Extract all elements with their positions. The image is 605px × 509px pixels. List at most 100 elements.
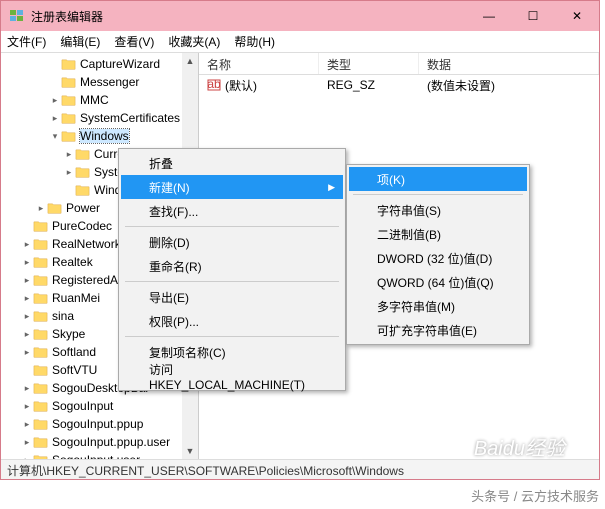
expander-icon[interactable]: ▸ — [21, 436, 33, 448]
context-submenu-new: 项(K) 字符串值(S) 二进制值(B) DWORD (32 位)值(D) QWORD … — [346, 164, 530, 345]
menu-item[interactable]: 重命名(R) — [121, 254, 343, 278]
col-name[interactable]: 名称 — [199, 53, 319, 74]
folder-icon — [33, 364, 48, 376]
expander-icon[interactable]: ▸ — [21, 310, 33, 322]
tree-label: Windows — [80, 129, 129, 143]
expander-icon[interactable] — [63, 184, 75, 196]
tree-label: SoftVTU — [52, 363, 97, 377]
list-row[interactable]: ab(默认)REG_SZ(数值未设置) — [199, 75, 599, 95]
folder-icon — [33, 436, 48, 448]
menu-edit[interactable]: 编辑(E) — [60, 33, 100, 50]
expander-icon[interactable] — [49, 76, 61, 88]
menu-item[interactable]: 多字符串值(M) — [349, 294, 527, 318]
expander-icon[interactable]: ▸ — [21, 346, 33, 358]
folder-icon — [33, 400, 48, 412]
folder-icon — [61, 112, 76, 124]
expander-icon[interactable]: ▸ — [21, 256, 33, 268]
expander-icon[interactable]: ▸ — [63, 166, 75, 178]
menu-item[interactable]: 查找(F)... — [121, 199, 343, 223]
tree-node[interactable]: CaptureWizard — [1, 55, 198, 73]
expander-icon[interactable]: ▸ — [49, 94, 61, 106]
menu-help[interactable]: 帮助(H) — [234, 33, 275, 50]
menu-separator — [125, 336, 339, 337]
tree-label: SogouInput.ppup.user — [52, 435, 170, 449]
folder-icon — [33, 454, 48, 459]
menu-item-label: 折叠 — [149, 155, 173, 172]
expander-icon[interactable]: ▸ — [49, 112, 61, 124]
folder-icon — [61, 58, 76, 70]
menu-item[interactable]: DWORD (32 位)值(D) — [349, 246, 527, 270]
value-type: REG_SZ — [319, 78, 419, 92]
expander-icon[interactable]: ▸ — [21, 400, 33, 412]
tree-label: SogouInput.user — [52, 453, 140, 459]
tree-node[interactable]: Messenger — [1, 73, 198, 91]
expander-icon[interactable]: ▸ — [21, 292, 33, 304]
menu-item[interactable]: QWORD (64 位)值(Q) — [349, 270, 527, 294]
menu-item[interactable]: 删除(D) — [121, 230, 343, 254]
col-data[interactable]: 数据 — [419, 53, 599, 74]
menubar: 文件(F) 编辑(E) 查看(V) 收藏夹(A) 帮助(H) — [1, 31, 599, 53]
expander-icon[interactable]: ▸ — [21, 418, 33, 430]
menu-item[interactable]: 字符串值(S) — [349, 198, 527, 222]
menu-view[interactable]: 查看(V) — [114, 33, 154, 50]
menu-item[interactable]: 权限(P)... — [121, 309, 343, 333]
tree-label: PureCodec — [52, 219, 112, 233]
menu-file[interactable]: 文件(F) — [7, 33, 46, 50]
folder-icon — [33, 274, 48, 286]
expander-icon[interactable]: ▸ — [21, 238, 33, 250]
menu-item[interactable]: 二进制值(B) — [349, 222, 527, 246]
expander-icon[interactable] — [21, 220, 33, 232]
list-header: 名称 类型 数据 — [199, 53, 599, 75]
menu-item[interactable]: 导出(E) — [121, 285, 343, 309]
footer-attribution: 头条号 / 云方技术服务 — [471, 486, 599, 505]
string-value-icon: ab — [207, 78, 221, 92]
menu-item-label: 多字符串值(M) — [377, 298, 455, 315]
menu-item[interactable]: 新建(N)▶ — [121, 175, 343, 199]
expander-icon[interactable]: ▸ — [21, 382, 33, 394]
minimize-button[interactable]: — — [467, 1, 511, 31]
tree-node[interactable]: ▾ Windows — [1, 127, 198, 145]
expander-icon[interactable]: ▸ — [21, 328, 33, 340]
menu-separator — [125, 226, 339, 227]
submenu-arrow-icon: ▶ — [328, 182, 335, 193]
tree-label: SystemCertificates — [80, 111, 180, 125]
expander-icon[interactable] — [21, 364, 33, 376]
svg-text:ab: ab — [207, 78, 221, 91]
expander-icon[interactable]: ▾ — [49, 130, 61, 142]
menu-item[interactable]: 项(K) — [349, 167, 527, 191]
menu-item-label: 重命名(R) — [149, 258, 202, 275]
folder-icon — [61, 76, 76, 88]
tree-label: RealNetworks — [52, 237, 127, 251]
tree-label: sina — [52, 309, 74, 323]
col-type[interactable]: 类型 — [319, 53, 419, 74]
menu-item-label: 二进制值(B) — [377, 226, 441, 243]
expander-icon[interactable]: ▸ — [35, 202, 47, 214]
tree-node[interactable]: ▸ SystemCertificates — [1, 109, 198, 127]
folder-icon — [33, 238, 48, 250]
menu-favorites[interactable]: 收藏夹(A) — [168, 33, 220, 50]
folder-icon — [75, 148, 90, 160]
close-button[interactable]: ✕ — [555, 1, 599, 31]
tree-label: Skype — [52, 327, 85, 341]
menu-item[interactable]: 折叠 — [121, 151, 343, 175]
scroll-down-icon[interactable]: ▼ — [182, 443, 198, 459]
menu-item[interactable]: 可扩充字符串值(E) — [349, 318, 527, 342]
folder-icon — [47, 202, 62, 214]
scroll-up-icon[interactable]: ▲ — [182, 53, 198, 69]
expander-icon[interactable]: ▸ — [63, 148, 75, 160]
folder-icon — [33, 220, 48, 232]
maximize-button[interactable]: ☐ — [511, 1, 555, 31]
tree-node[interactable]: ▸SogouInput — [1, 397, 198, 415]
menu-item-label: QWORD (64 位)值(Q) — [377, 274, 494, 291]
menu-item[interactable]: 访问 HKEY_LOCAL_MACHINE(T) — [121, 364, 343, 388]
expander-icon[interactable] — [49, 58, 61, 70]
app-icon — [9, 8, 25, 24]
titlebar[interactable]: 注册表编辑器 — ☐ ✕ — [1, 1, 599, 31]
tree-node[interactable]: ▸ SogouInput.ppup.user — [1, 433, 198, 451]
tree-node[interactable]: ▸MMC — [1, 91, 198, 109]
tree-node[interactable]: ▸SogouInput.ppup — [1, 415, 198, 433]
expander-icon[interactable]: ▸ — [21, 274, 33, 286]
tree-node[interactable]: ▸ SogouInput.user — [1, 451, 198, 459]
expander-icon[interactable]: ▸ — [21, 454, 33, 459]
menu-item-label: 删除(D) — [149, 234, 190, 251]
